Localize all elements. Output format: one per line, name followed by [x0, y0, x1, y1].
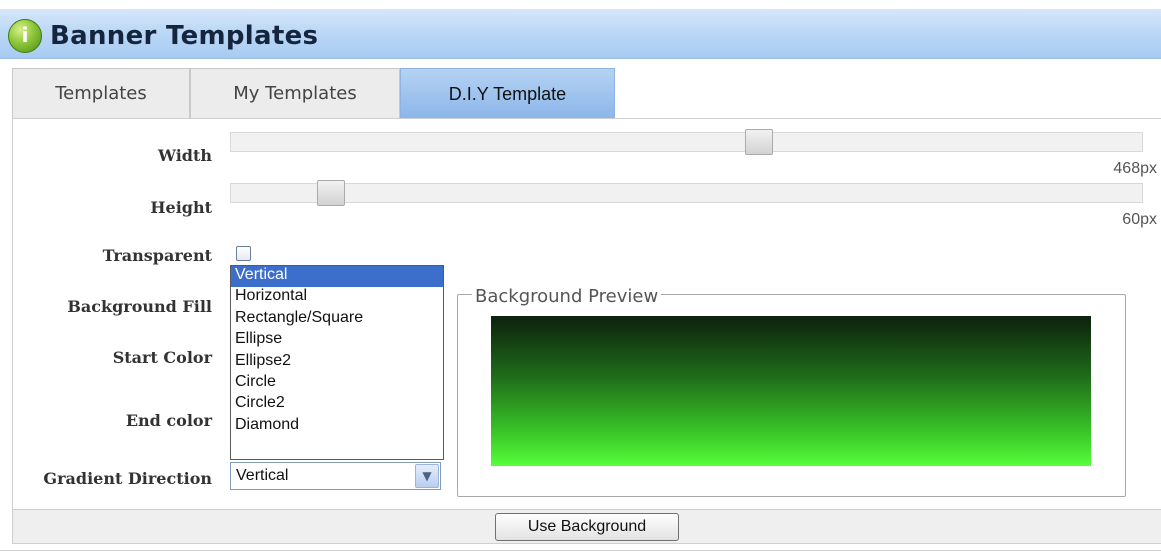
transparent-checkbox[interactable]	[236, 246, 251, 261]
tab-my-templates[interactable]: My Templates	[190, 68, 400, 118]
option-circle[interactable]: Circle	[231, 373, 443, 394]
start-color-label: Start Color	[112, 348, 212, 367]
transparent-label: Transparent	[102, 246, 212, 265]
width-slider[interactable]	[230, 129, 1143, 155]
tab-diy-template[interactable]: D.I.Y Template	[400, 68, 615, 118]
title-bar: i Banner Templates	[0, 9, 1161, 59]
use-background-button[interactable]: Use Background	[495, 513, 679, 541]
info-icon: i	[8, 19, 42, 53]
gradient-direction-label: Gradient Direction	[43, 469, 212, 488]
option-ellipse2[interactable]: Ellipse2	[231, 352, 443, 373]
option-vertical[interactable]: Vertical	[231, 266, 443, 288]
chevron-down-icon[interactable]: ▼	[415, 464, 439, 488]
end-color-label: End color	[125, 411, 212, 430]
gradient-direction-value: Vertical	[236, 467, 289, 484]
height-label: Height	[150, 198, 212, 217]
background-preview-swatch	[491, 316, 1091, 466]
gradient-direction-select[interactable]: Vertical ▼	[230, 462, 441, 490]
gradient-direction-options[interactable]: Vertical Horizontal Rectangle/Square Ell…	[230, 265, 444, 460]
tab-bar: Templates My Templates D.I.Y Template	[12, 68, 615, 118]
width-slider-handle[interactable]	[745, 129, 774, 155]
option-ellipse[interactable]: Ellipse	[231, 330, 443, 351]
background-fill-label: Background Fill	[67, 297, 212, 316]
width-label: Width	[158, 146, 212, 165]
width-value: 468px	[1113, 160, 1157, 177]
option-rectangle-square[interactable]: Rectangle/Square	[231, 309, 443, 330]
option-diamond[interactable]: Diamond	[231, 416, 443, 437]
height-slider-handle[interactable]	[317, 180, 346, 206]
height-value: 60px	[1122, 211, 1157, 228]
option-horizontal[interactable]: Horizontal	[231, 287, 443, 308]
tab-templates[interactable]: Templates	[12, 68, 190, 118]
page-title: Banner Templates	[50, 21, 319, 51]
divider	[0, 550, 1161, 551]
background-preview-legend: Background Preview	[472, 286, 662, 307]
height-slider[interactable]	[230, 180, 1143, 206]
option-circle2[interactable]: Circle2	[231, 394, 443, 415]
